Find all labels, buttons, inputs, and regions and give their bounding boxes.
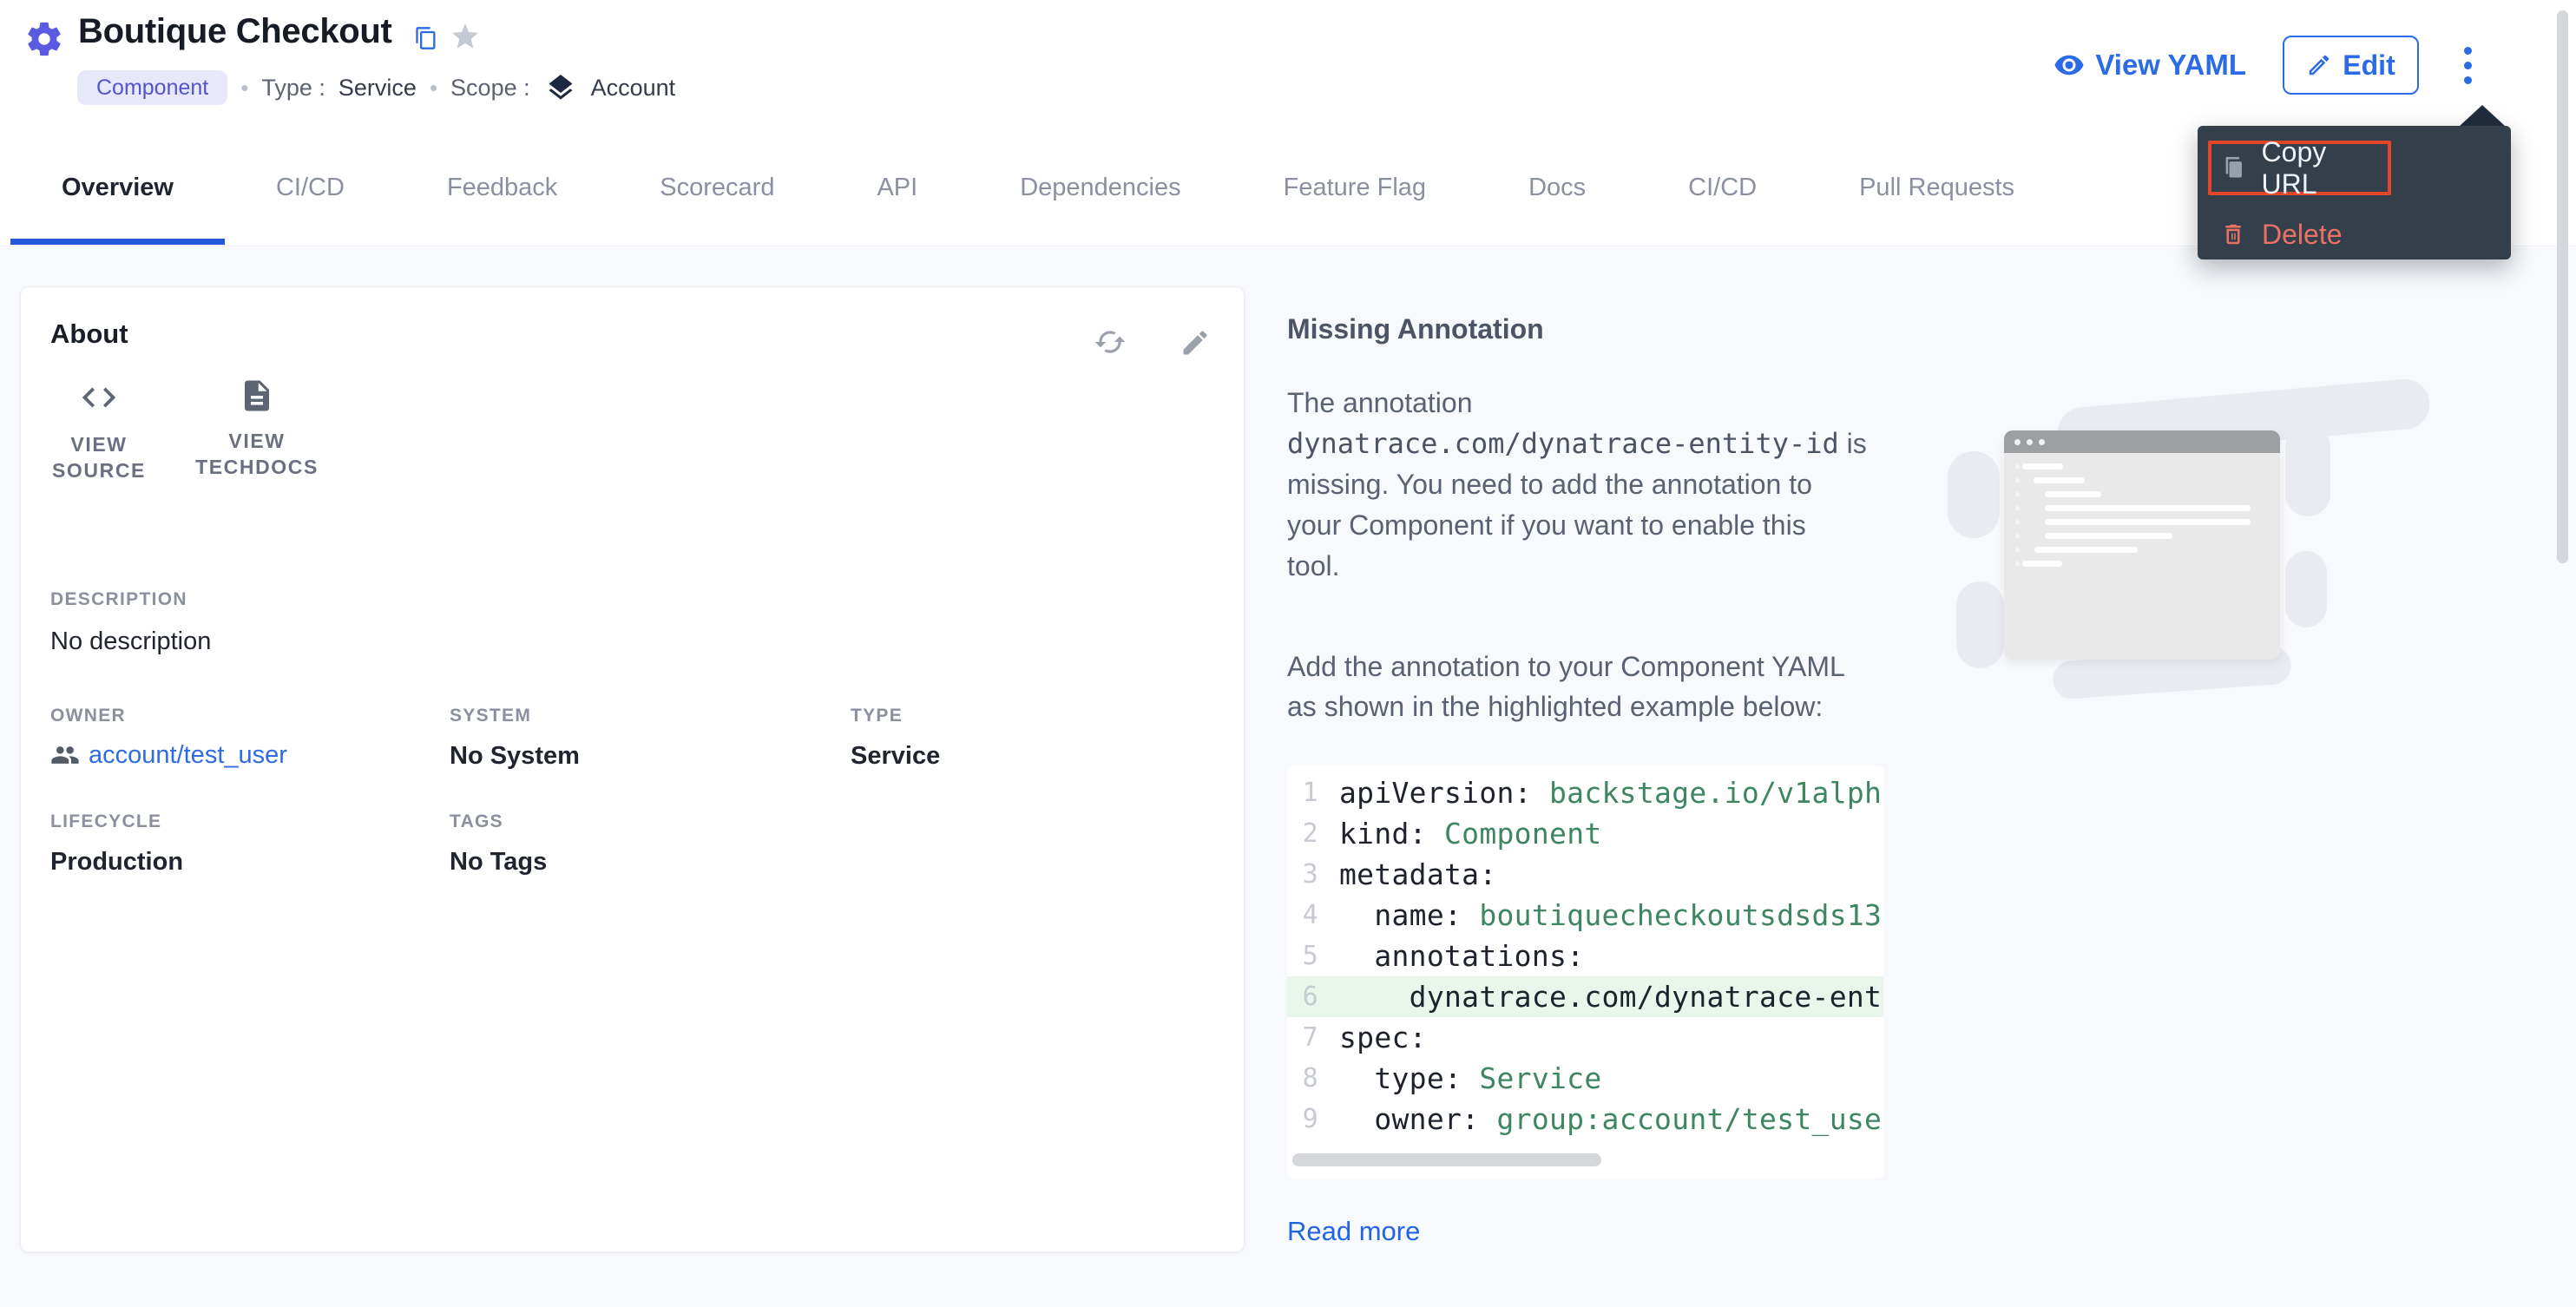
tab-api[interactable]: API: [825, 129, 969, 246]
edit-button[interactable]: Edit: [2283, 36, 2419, 95]
tab-overview[interactable]: Overview: [10, 129, 225, 246]
view-techdocs-link[interactable]: VIEW TECHDOCS: [181, 378, 333, 480]
read-more-link[interactable]: Read more: [1287, 1216, 1420, 1247]
menu-item-delete[interactable]: Delete: [2210, 209, 2343, 259]
code-line: 5 annotations:: [1287, 936, 1883, 976]
owner-value: account/test_user: [50, 740, 287, 770]
tab-pull-requests[interactable]: Pull Requests: [1808, 129, 2066, 246]
entity-subtitle: Component • Type : Service • Scope : Acc…: [77, 70, 675, 105]
type-field-value: Service: [851, 742, 940, 771]
copy-icon: [2220, 154, 2248, 182]
layers-icon: [545, 72, 576, 103]
page-title: Boutique Checkout: [78, 12, 392, 51]
code-editor-window-illustration: [2004, 430, 2280, 660]
page-content: About VIEW SOURCE VIEW TECHDOCS DESCRIPT…: [0, 247, 2576, 1307]
yaml-code-block: 1apiVersion: backstage.io/v1alph 2kind: …: [1287, 765, 1883, 1179]
kind-chip: Component: [77, 70, 227, 105]
separator-dot: •: [430, 75, 437, 102]
annotation-code-span: dynatrace.com/dynatrace-entity-id: [1287, 427, 1839, 460]
missing-annotation-title: Missing Annotation: [1287, 313, 1544, 345]
tab-docs[interactable]: Docs: [1477, 129, 1637, 246]
page-vertical-scrollbar[interactable]: [2557, 10, 2568, 563]
description-value: No description: [50, 627, 211, 656]
code-line: 3metadata:: [1287, 854, 1883, 895]
tags-value: No Tags: [450, 848, 547, 877]
menu-item-copy-url[interactable]: Copy URL: [2208, 141, 2391, 195]
view-source-label-line2: SOURCE: [23, 457, 175, 483]
edit-button-label: Edit: [2343, 49, 2395, 82]
system-value: No System: [450, 742, 580, 771]
tab-feature-flag[interactable]: Feature Flag: [1232, 129, 1477, 246]
view-yaml-button[interactable]: View YAML: [2054, 49, 2246, 82]
kebab-dropdown-menu: Copy URL Delete: [2198, 126, 2511, 259]
paragraph-line: dynatrace.com/dynatrace-entity-id is: [1287, 424, 1867, 464]
tab-cicd-2[interactable]: CI/CD: [1637, 129, 1808, 246]
paragraph-line: your Component if you want to enable thi…: [1287, 505, 1867, 546]
edit-about-pencil-icon[interactable]: [1180, 327, 1211, 358]
menu-arrow: [2460, 105, 2505, 126]
paragraph-line: missing. You need to add the annotation …: [1287, 464, 1867, 505]
separator-dot: •: [240, 75, 248, 102]
doc-icon: [239, 378, 275, 414]
code-line: 1apiVersion: backstage.io/v1alph: [1287, 772, 1883, 813]
view-yaml-label: View YAML: [2095, 49, 2246, 82]
tab-cicd[interactable]: CI/CD: [225, 129, 396, 246]
page-header: Boutique Checkout Component • Type : Ser…: [0, 0, 2576, 130]
delete-label: Delete: [2262, 219, 2343, 251]
refresh-icon[interactable]: [1094, 325, 1127, 358]
lifecycle-value: Production: [50, 848, 183, 877]
code-icon: [79, 378, 119, 417]
owner-link[interactable]: account/test_user: [89, 741, 287, 770]
favorite-star-icon[interactable]: [450, 21, 481, 52]
paragraph-line: Add the annotation to your Component YAM…: [1287, 647, 1845, 686]
annotation-instructions: Add the annotation to your Component YAM…: [1287, 647, 1845, 726]
view-techdocs-label-line2: TECHDOCS: [181, 454, 333, 480]
paragraph-line: The annotation: [1287, 383, 1867, 424]
about-card-title: About: [50, 319, 128, 350]
scribble-blob: [2285, 425, 2330, 516]
view-source-link[interactable]: VIEW SOURCE: [23, 378, 175, 483]
pencil-icon: [2306, 52, 2332, 78]
header-actions: View YAML Edit: [2054, 36, 2481, 95]
code-line: 4 name: boutiquecheckoutsdsds13: [1287, 895, 1883, 936]
group-icon: [50, 740, 80, 770]
code-horizontal-scrollbar[interactable]: [1292, 1153, 1601, 1166]
tab-dependencies[interactable]: Dependencies: [969, 129, 1232, 246]
view-techdocs-label-line1: VIEW: [181, 428, 333, 454]
annotation-paragraph: The annotation dynatrace.com/dynatrace-e…: [1287, 383, 1867, 587]
type-field-label: TYPE: [851, 706, 903, 726]
owner-label: OWNER: [50, 706, 126, 726]
code-line: 7spec:: [1287, 1017, 1883, 1058]
system-label: SYSTEM: [450, 706, 531, 726]
scope-value: Account: [591, 75, 676, 102]
view-source-label-line1: VIEW: [23, 431, 175, 457]
code-line: 2kind: Component: [1287, 813, 1883, 854]
type-value: Service: [338, 75, 417, 102]
kebab-menu-icon[interactable]: [2455, 42, 2481, 89]
scribble-blob: [2285, 551, 2327, 627]
copy-url-label: Copy URL: [2262, 136, 2388, 200]
about-card: About VIEW SOURCE VIEW TECHDOCS DESCRIPT…: [20, 286, 1245, 1252]
eye-icon: [2054, 49, 2085, 81]
scribble-blob: [1948, 451, 2000, 538]
editor-illustration: [1953, 404, 2474, 699]
paragraph-line: as shown in the highlighted example belo…: [1287, 686, 1845, 726]
code-line-highlighted: 6 dynatrace.com/dynatrace-ent: [1287, 976, 1883, 1017]
code-line: 9 owner: group:account/test_use: [1287, 1099, 1883, 1140]
window-titlebar: [2004, 430, 2280, 453]
gear-icon: [24, 19, 64, 59]
tab-scorecard[interactable]: Scorecard: [608, 129, 825, 246]
lifecycle-label: LIFECYCLE: [50, 811, 161, 832]
description-label: DESCRIPTION: [50, 589, 187, 610]
paragraph-line: tool.: [1287, 546, 1867, 587]
type-label: Type :: [261, 75, 325, 102]
scribble-blob: [1956, 581, 2004, 668]
entity-tabs: Overview CI/CD Feedback Scorecard API De…: [0, 129, 2576, 246]
tab-feedback[interactable]: Feedback: [396, 129, 608, 246]
scope-label: Scope :: [450, 75, 530, 102]
trash-icon: [2220, 221, 2246, 247]
copy-entity-name-icon[interactable]: [414, 26, 438, 50]
code-line: 8 type: Service: [1287, 1058, 1883, 1099]
tags-label: TAGS: [450, 811, 503, 832]
